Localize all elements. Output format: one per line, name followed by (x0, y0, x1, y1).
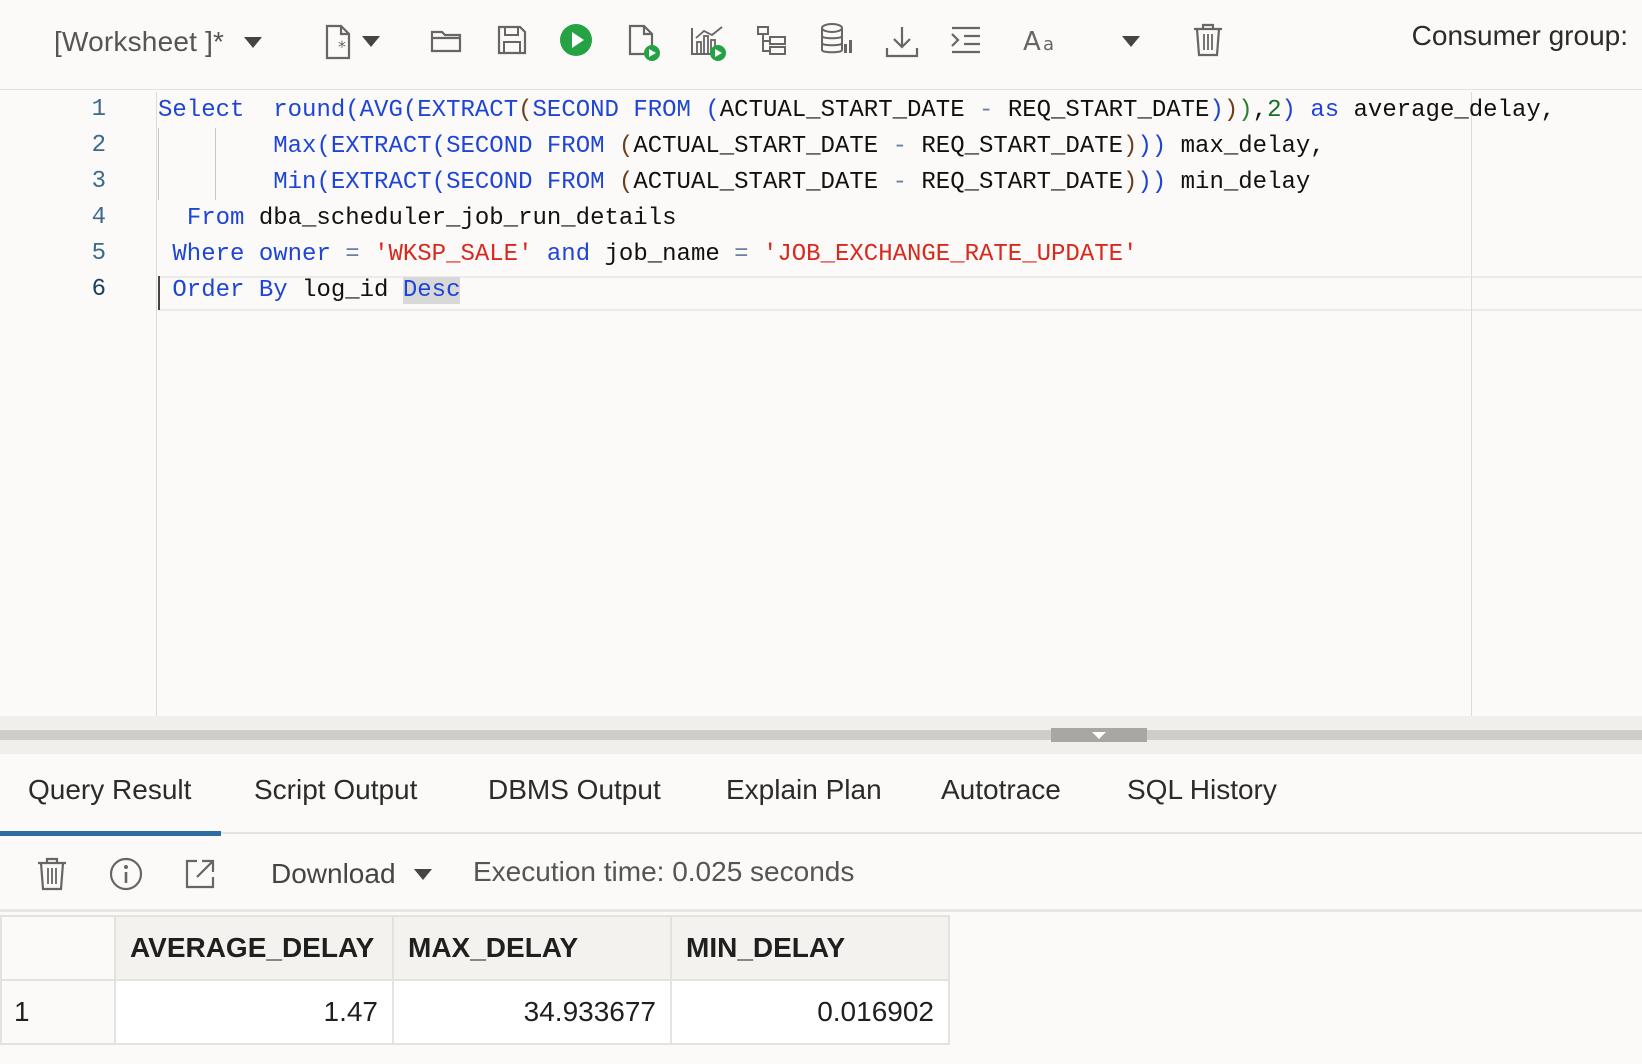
print-margin (1471, 92, 1472, 716)
tab-explain-plan[interactable]: Explain Plan (726, 774, 882, 814)
consumer-group-label: Consumer group: (1411, 20, 1628, 51)
trash-icon[interactable] (32, 854, 72, 894)
run-script-icon[interactable] (622, 22, 662, 62)
run-statement-icon[interactable] (556, 20, 596, 60)
chevron-down-icon (1122, 36, 1140, 47)
table-row[interactable]: 1 1.47 34.933677 0.016902 (0, 979, 950, 1045)
line-number: 5 (91, 240, 106, 267)
clear-icon[interactable] (1188, 20, 1228, 60)
sql-tuning-icon[interactable] (817, 20, 857, 60)
font-size-icon[interactable]: Aa (1021, 20, 1069, 60)
tab-script-output[interactable]: Script Output (254, 774, 417, 814)
result-grid: AVERAGE_DELAY MAX_DELAY MIN_DELAY 1 1.47… (0, 913, 1642, 1064)
new-file-menu-chevron[interactable] (362, 36, 380, 47)
worksheet-selector[interactable]: [Worksheet ]* (54, 22, 263, 62)
column-header[interactable]: AVERAGE_DELAY (114, 915, 394, 981)
collapse-arrow-icon (1092, 731, 1106, 739)
svg-text:a: a (1043, 34, 1054, 55)
chevron-down-icon (362, 36, 380, 47)
line-number-gutter: 1 2 3 4 5 6 (0, 92, 157, 716)
line-number-current: 6 (91, 276, 106, 303)
code-line-6: Order By log_id Desc (172, 277, 461, 304)
code-area[interactable]: Select round(AVG(EXTRACT(SECOND FROM (AC… (158, 92, 1642, 716)
splitter-bar[interactable] (0, 730, 1642, 740)
column-header[interactable]: MAX_DELAY (392, 915, 672, 981)
autotrace-icon[interactable] (688, 22, 728, 62)
splitter-handle[interactable] (1051, 728, 1147, 742)
line-number: 3 (91, 168, 106, 195)
sql-editor[interactable]: 1 2 3 4 5 6 Select round(AVG(EXTRACT(SEC… (0, 92, 1642, 716)
output-tabs: Query Result Script Output DBMS Output E… (0, 754, 1642, 837)
svg-text:*: * (338, 37, 346, 56)
new-file-icon[interactable]: * (318, 22, 358, 62)
svg-text:A: A (1023, 27, 1041, 57)
pane-splitter[interactable] (0, 716, 1642, 754)
tab-autotrace[interactable]: Autotrace (941, 774, 1061, 814)
results-toolbar: Download Execution time: 0.025 seconds (0, 836, 1642, 912)
line-number: 1 (91, 96, 106, 123)
tab-dbms-output[interactable]: DBMS Output (488, 774, 661, 814)
font-size-menu-chevron[interactable] (1122, 36, 1140, 47)
info-icon[interactable] (106, 854, 146, 894)
tab-query-result[interactable]: Query Result (0, 774, 222, 837)
format-icon[interactable] (946, 20, 986, 60)
explain-plan-icon[interactable] (752, 20, 792, 60)
execution-time: Execution time: 0.025 seconds (473, 856, 855, 887)
chevron-down-icon (244, 36, 263, 48)
result-table: AVERAGE_DELAY MAX_DELAY MIN_DELAY 1 1.47… (0, 915, 950, 1045)
row-number-header (0, 915, 116, 981)
table-cell[interactable]: 34.933677 (392, 979, 672, 1045)
row-number: 1 (0, 979, 116, 1045)
line-number: 4 (91, 204, 106, 231)
table-cell[interactable]: 0.016902 (670, 979, 950, 1045)
code-line-5: Where owner = 'WKSP_SALE' and job_name =… (172, 241, 1138, 268)
download-label: Download (271, 858, 396, 889)
code-line-3: Min(EXTRACT(SECOND FROM (ACTUAL_START_DA… (273, 169, 1311, 196)
open-external-icon[interactable] (180, 854, 220, 894)
save-icon[interactable] (492, 20, 532, 60)
tab-sql-history[interactable]: SQL History (1127, 774, 1277, 814)
code-line-4: From dba_scheduler_job_run_details (186, 205, 677, 232)
code-line-1: Select round(AVG(EXTRACT(SECOND FROM (AC… (158, 97, 1556, 124)
line-number: 2 (91, 132, 106, 159)
worksheet-title: [Worksheet ]* (54, 26, 225, 57)
column-header[interactable]: MIN_DELAY (670, 915, 950, 981)
worksheet-toolbar: [Worksheet ]* * Aa Consumer group: (0, 0, 1642, 90)
download-icon[interactable] (882, 22, 922, 62)
open-folder-icon[interactable] (427, 20, 467, 60)
chevron-down-icon (413, 868, 432, 880)
table-cell[interactable]: 1.47 (114, 979, 394, 1045)
code-line-2: Max(EXTRACT(SECOND FROM (ACTUAL_START_DA… (273, 133, 1325, 160)
download-menu[interactable]: Download (271, 858, 432, 890)
